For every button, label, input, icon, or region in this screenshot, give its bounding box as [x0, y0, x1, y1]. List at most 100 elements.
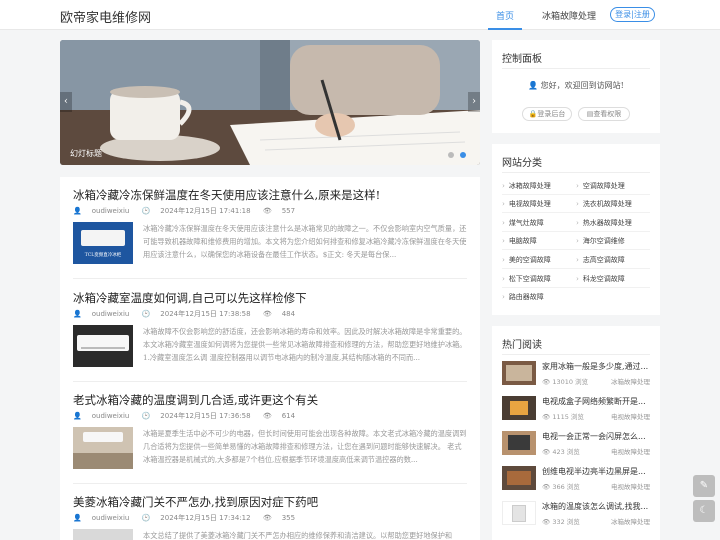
hot-category[interactable]: 冰箱故障处理 [611, 376, 650, 386]
clock-icon: 🕑 [141, 412, 151, 420]
post-title[interactable]: 美菱冰箱冷藏门关不严怎办,找到原因对症下药吧 [73, 494, 318, 510]
nav-home[interactable]: 首页 [496, 9, 514, 22]
login-register-button[interactable]: 登录|注册 [610, 7, 655, 22]
category-link[interactable]: 冰箱故障处理 [502, 181, 551, 191]
post-title[interactable]: 冰箱冷藏冷冻保鲜温度在冬天使用应该注意什么,原来是这样! [73, 187, 380, 203]
clock-icon: 🕑 [141, 514, 151, 522]
category-link[interactable]: 空调故障处理 [576, 181, 625, 191]
post-meta: 👤 oudiweixiu 🕑 2024年12月15日 17:41:18 👁 557 [73, 206, 305, 216]
hot-views: 👁 366 浏览 [542, 481, 580, 491]
post-thumbnail[interactable] [73, 427, 133, 469]
eye-icon: 👁 [262, 514, 272, 522]
thumbnail-label: TCL变频直冷冰柜 [84, 253, 122, 258]
divider [73, 381, 467, 382]
hot-article-title[interactable]: 电视成盒子网络频繁断开是... [542, 396, 652, 407]
chat-icon[interactable]: ✎ [693, 475, 715, 497]
post-views: 614 [281, 412, 296, 420]
divider [502, 172, 650, 173]
user-icon: 👤 [528, 81, 541, 90]
eye-icon: 👁 [542, 413, 553, 421]
post-author[interactable]: oudiweixiu [92, 207, 130, 215]
post-thumbnail[interactable]: TCL变频直冷冰柜 [73, 222, 133, 264]
carousel-dot-2[interactable] [460, 152, 466, 158]
user-icon: 👤 [73, 310, 82, 318]
hot-views-count: 423 浏览 [552, 448, 580, 456]
hot-views: 👁 423 浏览 [542, 446, 580, 456]
post-title[interactable]: 冰箱冷藏室温度如何调,自己可以先这样检修下 [73, 290, 307, 306]
control-panel-card: 控制面板 👤 您好，欢迎回到访网站! 🔒登录后台 ▤查看权限 [492, 40, 660, 133]
post-excerpt: 冰箱故障不仅会影响您的舒适度，还会影响冰箱的寿命和效率。因此及时解决冰箱故障是非… [143, 327, 467, 362]
category-link[interactable]: 洗衣机故障处理 [576, 199, 632, 209]
hot-article-title[interactable]: 电视一会正常一会闪屏怎么... [542, 431, 652, 442]
carousel-image [60, 40, 480, 165]
post-date: 2024年12月15日 17:38:58 [160, 310, 251, 318]
eye-icon: 👁 [542, 448, 553, 456]
post-date: 2024年12月15日 17:36:58 [160, 412, 251, 420]
hot-article-title[interactable]: 创维电视半边亮半边黑屏是... [542, 466, 652, 477]
post-views: 557 [281, 207, 296, 215]
clock-icon: 🕑 [141, 207, 151, 215]
post-author[interactable]: oudiweixiu [92, 310, 130, 318]
category-link[interactable]: 志高空调故障 [576, 255, 625, 265]
post-author[interactable]: oudiweixiu [92, 412, 130, 420]
hot-thumbnail[interactable] [502, 431, 536, 455]
category-link[interactable]: 热水器故障处理 [576, 218, 632, 228]
category-link[interactable]: 科龙空调故障 [576, 274, 625, 284]
category-link[interactable]: 煤气灶故障 [502, 218, 544, 228]
admin-login-button[interactable]: 🔒登录后台 [522, 107, 572, 121]
post-meta: 👤 oudiweixiu 🕑 2024年12月15日 17:36:58 👁 614 [73, 411, 305, 421]
post-excerpt: 冰箱是夏季生活中必不可少的电器，但长时间使用可能会出现各种故障。本文老式冰箱冷藏… [143, 429, 467, 464]
welcome-message: 👤 您好，欢迎回到访网站! [492, 80, 660, 91]
hot-category[interactable]: 电视故障处理 [611, 411, 650, 421]
divider [502, 287, 650, 288]
divider [502, 354, 650, 355]
site-logo[interactable]: 欧帝家电维修网 [60, 7, 151, 26]
category-link[interactable]: 路由器故障 [502, 292, 544, 302]
category-link[interactable]: 海尔空调维修 [576, 236, 625, 246]
hot-category[interactable]: 冰箱故障处理 [611, 516, 650, 526]
hot-views: 👁 13010 浏览 [542, 376, 588, 386]
eye-icon: 👁 [542, 483, 553, 491]
hot-category[interactable]: 电视故障处理 [611, 481, 650, 491]
admin-login-label: 登录后台 [537, 110, 566, 118]
post-views: 484 [281, 310, 296, 318]
view-permissions-button[interactable]: ▤查看权限 [578, 107, 630, 121]
hot-reading-title: 热门阅读 [502, 340, 542, 351]
post-title[interactable]: 老式冰箱冷藏的温度调到几合适,或许更这个有关 [73, 392, 318, 408]
categories-title: 网站分类 [502, 158, 542, 169]
hot-views: 👁 1115 浏览 [542, 411, 584, 421]
nav-fridge-fault[interactable]: 冰箱故障处理 [542, 9, 596, 22]
category-link[interactable]: 电视故障处理 [502, 199, 551, 209]
category-link[interactable]: 电脑故障 [502, 236, 537, 246]
view-permissions-label: 查看权限 [593, 110, 622, 118]
carousel-prev-button[interactable]: ‹ [60, 92, 72, 112]
hot-article-title[interactable]: 家用冰箱一般是多少度,通过... [542, 361, 652, 372]
hot-article-title[interactable]: 冰箱的温度该怎么调试,找我... [542, 501, 652, 512]
eye-icon: 👁 [542, 378, 553, 386]
post-meta: 👤 oudiweixiu 🕑 2024年12月15日 17:34:12 👁 355 [73, 513, 305, 523]
divider [73, 483, 467, 484]
carousel-next-button[interactable]: › [468, 92, 480, 112]
category-link[interactable]: 松下空调故障 [502, 274, 551, 284]
moon-icon[interactable]: ☾ [693, 500, 715, 522]
divider [502, 212, 650, 213]
hot-thumbnail[interactable] [502, 501, 536, 525]
carousel-caption: 幻灯标题 [70, 149, 102, 158]
carousel[interactable]: 幻灯标题 ‹ › [60, 40, 480, 165]
post-thumbnail[interactable] [73, 325, 133, 367]
post-meta: 👤 oudiweixiu 🕑 2024年12月15日 17:38:58 👁 484 [73, 309, 305, 319]
carousel-dot-1[interactable] [448, 152, 454, 158]
hot-thumbnail[interactable] [502, 466, 536, 490]
control-panel-title: 控制面板 [502, 54, 542, 65]
user-icon: 👤 [73, 207, 82, 215]
hot-thumbnail[interactable] [502, 396, 536, 420]
post-author[interactable]: oudiweixiu [92, 514, 130, 522]
category-link[interactable]: 美的空调故障 [502, 255, 551, 265]
eye-icon: 👁 [262, 207, 272, 215]
divider [502, 268, 650, 269]
post-date: 2024年12月15日 17:41:18 [160, 207, 251, 215]
hot-category[interactable]: 电视故障处理 [611, 446, 650, 456]
hot-thumbnail[interactable] [502, 361, 536, 385]
hot-views: 👁 332 浏览 [542, 516, 580, 526]
post-thumbnail[interactable] [73, 529, 133, 540]
